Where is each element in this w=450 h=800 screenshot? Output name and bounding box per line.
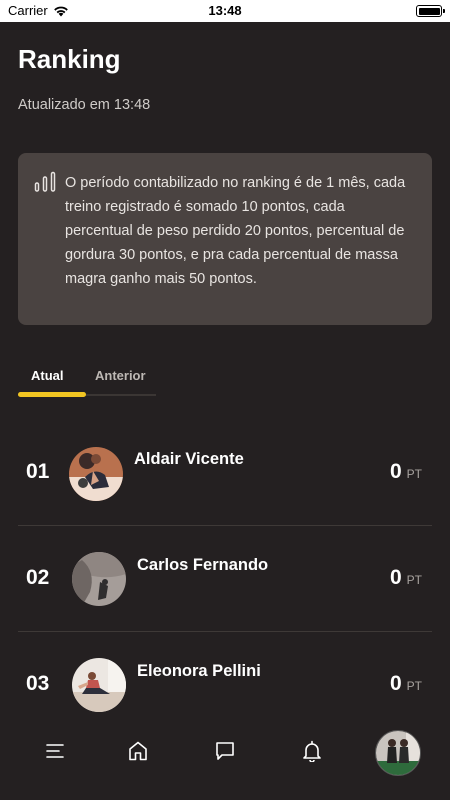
points-value: 0 [389,460,402,483]
rank-name: Eleonora Pellini [137,662,261,680]
ranking-tabs: Atual Anterior [18,360,156,398]
rank-name: Aldair Vicente [134,450,244,468]
points-value: 0 [389,566,402,589]
rank-name: Carlos Fernando [137,556,269,574]
chart-bars-icon [34,171,56,192]
chat-icon [216,742,234,760]
avatar [72,658,126,712]
avatar [72,552,126,606]
ranking-row[interactable]: 01 Aldair Vicente 0 PT [18,420,432,526]
bell-icon [303,740,321,762]
avatar [69,447,123,501]
chat-button[interactable] [210,736,240,766]
updated-timestamp: Atualizado em 13:48 [18,97,151,113]
rank-points: 0 PT [390,566,422,590]
rank-points: 0 PT [390,460,422,484]
home-icon [129,741,147,761]
points-unit: PT [406,467,422,481]
page-title: Ranking [18,44,121,74]
ranking-info-text: O período contabilizado no ranking é de … [65,175,406,287]
tab-previous[interactable]: Anterior [95,368,146,383]
menu-icon [46,744,64,758]
bottom-navigation [0,720,450,800]
rank-position: 02 [26,566,50,589]
rank-position: 01 [26,460,50,483]
notifications-button[interactable] [297,736,327,766]
status-bar: Carrier 13:48 [0,0,450,22]
tab-current[interactable]: Atual [31,368,64,383]
ranking-row[interactable]: 02 Carlos Fernando 0 PT [18,526,432,632]
menu-button[interactable] [40,736,70,766]
battery-icon [416,5,445,17]
rank-points: 0 PT [390,672,422,696]
points-unit: PT [406,679,422,693]
home-button[interactable] [123,736,153,766]
ranking-list: 01 Aldair Vicente 0 PT 02 Carlos Fernand… [18,420,432,738]
profile-avatar[interactable] [375,730,421,776]
points-value: 0 [389,672,402,695]
tab-active-indicator [18,392,86,397]
points-unit: PT [406,573,422,587]
ranking-info-card: O período contabilizado no ranking é de … [18,153,432,325]
status-time: 13:48 [208,3,242,18]
rank-position: 03 [26,672,50,695]
